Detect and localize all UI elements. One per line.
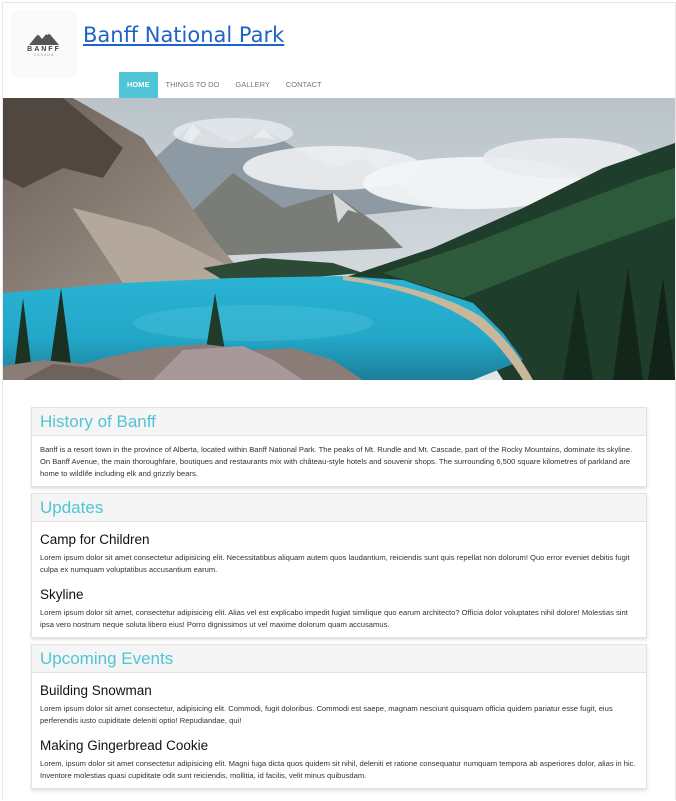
- event-heading: Making Gingerbread Cookie: [40, 738, 209, 753]
- main-nav: Home Things to do Gallery Contact: [119, 72, 330, 98]
- history-panel: History of Banff Banff is a resort town …: [31, 407, 647, 487]
- updates-body: Camp for Children Lorem ipsum dolor sit …: [32, 522, 646, 637]
- nav-item-gallery[interactable]: Gallery: [227, 72, 277, 98]
- lake-mountain-landscape-image: [3, 98, 675, 380]
- events-panel-header: Upcoming Events: [32, 645, 646, 673]
- update-text: Lorem ipsum dolor sit amet consectetur a…: [40, 553, 630, 574]
- event-heading: Building Snowman: [40, 683, 152, 698]
- nav-item-contact[interactable]: Contact: [278, 72, 330, 98]
- site-header: BANFF CANADA Banff National Park Home Thi…: [3, 3, 675, 98]
- history-title: History of Banff: [40, 412, 156, 431]
- update-item: Skyline Lorem ipsum dolor sit amet, cons…: [40, 586, 638, 631]
- mountain-logo-icon: [29, 32, 59, 45]
- updates-panel-header: Updates: [32, 494, 646, 522]
- update-heading: Skyline: [40, 587, 84, 602]
- page: BANFF CANADA Banff National Park Home Thi…: [2, 2, 676, 800]
- update-text: Lorem ipsum dolor sit amet, consectetur …: [40, 608, 628, 629]
- site-title-link[interactable]: Banff National Park: [83, 23, 284, 47]
- event-item: Building Snowman Lorem ipsum dolor sit a…: [40, 682, 638, 727]
- event-item: Making Gingerbread Cookie Lorem, ipsum d…: [40, 737, 638, 782]
- events-title: Upcoming Events: [40, 649, 174, 668]
- events-body: Building Snowman Lorem ipsum dolor sit a…: [32, 673, 646, 788]
- history-body: Banff is a resort town in the province o…: [32, 436, 646, 486]
- event-text: Lorem, ipsum dolor sit amet consectetur …: [40, 759, 636, 780]
- history-panel-header: History of Banff: [32, 408, 646, 436]
- updates-title: Updates: [40, 498, 104, 517]
- update-heading: Camp for Children: [40, 532, 150, 547]
- updates-panel: Updates Camp for Children Lorem ipsum do…: [31, 493, 647, 638]
- events-panel: Upcoming Events Building Snowman Lorem i…: [31, 644, 647, 789]
- event-text: Lorem ipsum dolor sit amet consectetur, …: [40, 704, 613, 725]
- update-item: Camp for Children Lorem ipsum dolor sit …: [40, 531, 638, 576]
- hero-image: [3, 98, 675, 380]
- nav-item-things-to-do[interactable]: Things to do: [158, 72, 228, 98]
- logo-subtext: CANADA: [33, 53, 55, 57]
- main-content: History of Banff Banff is a resort town …: [3, 380, 675, 789]
- nav-item-home[interactable]: Home: [119, 72, 158, 98]
- logo-text: BANFF: [27, 46, 61, 53]
- history-text: Banff is a resort town in the province o…: [40, 445, 633, 478]
- site-logo[interactable]: BANFF CANADA: [11, 11, 77, 77]
